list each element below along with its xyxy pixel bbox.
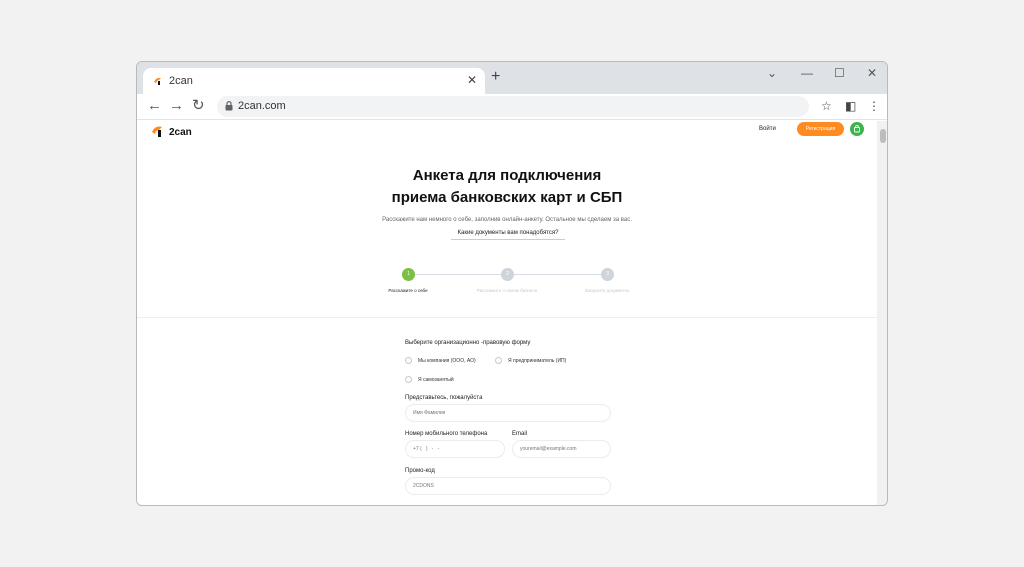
step-2-marker[interactable]: 2 [501, 268, 514, 281]
step-2-label: Расскажите о своем бизнесе [476, 288, 538, 293]
page-title: Анкета для подключения приема банковских… [137, 165, 877, 209]
phone-label: Номер мобильного телефона [405, 431, 488, 437]
name-label: Представьтесь, пожалуйста [405, 395, 483, 401]
promo-input[interactable] [405, 477, 611, 495]
step-connector [415, 274, 507, 275]
page-subtitle: Расскажите нам немного о себе, заполнив … [382, 217, 632, 223]
address-bar[interactable]: 2can.com [217, 96, 809, 117]
name-input[interactable] [405, 404, 611, 422]
documents-link[interactable]: Какие документы вам понадобятся? [451, 228, 565, 240]
maximize-icon[interactable]: ☐ [834, 66, 845, 80]
radio-entrepreneur-label: Я предприниматель (ИП) [508, 358, 567, 364]
step-1-label: Расскажите о себе [388, 288, 428, 293]
scrollbar-thumb[interactable] [880, 129, 886, 143]
forward-icon[interactable]: → [169, 97, 184, 115]
tab-search-icon[interactable]: ⌄ [767, 66, 777, 80]
radio-company[interactable] [405, 357, 412, 364]
email-input[interactable] [512, 440, 611, 458]
tab-title: 2can [169, 75, 193, 87]
progress-stepper: 1 2 3 Расскажите о себе Расскажите о сво… [137, 268, 877, 298]
url-text: 2can.com [238, 100, 286, 112]
page-scrollbar[interactable] [877, 121, 887, 505]
bookmark-star-icon[interactable]: ☆ [821, 98, 832, 114]
browser-toolbar: ← → ↻ 2can.com ☆ ◧ ⋮ [137, 94, 887, 120]
cart-button[interactable] [850, 122, 864, 136]
radio-entrepreneur[interactable] [495, 357, 502, 364]
lock-icon [225, 101, 233, 111]
phone-input[interactable] [405, 440, 505, 458]
promo-label: Промо-код [405, 468, 435, 474]
new-tab-icon[interactable]: + [491, 69, 500, 85]
logo-text: 2can [169, 127, 192, 138]
radio-company-label: Мы компания (ООО, АО) [418, 358, 476, 364]
bag-icon [854, 124, 860, 133]
browser-window: 2can ✕ + ⌄ — ☐ ✕ ← → ↻ 2can.com ☆ ◧ ⋮ 2c [136, 61, 888, 506]
email-label: Email [512, 431, 528, 437]
page-title-line-2: приема банковских карт и СБП [391, 189, 623, 206]
reload-icon[interactable]: ↻ [192, 97, 205, 115]
section-divider [137, 317, 877, 318]
radio-self-employed[interactable] [405, 376, 412, 383]
tab-close-icon[interactable]: ✕ [467, 73, 477, 87]
radio-self-employed-label: Я самозанятый [418, 377, 454, 383]
window-close-icon[interactable]: ✕ [867, 66, 877, 80]
tab-bar: 2can ✕ + ⌄ — ☐ ✕ [137, 62, 887, 94]
step-3-label: Загрузите документы [584, 288, 630, 293]
login-link[interactable]: Войти [759, 126, 776, 132]
register-button[interactable]: Регистрация [797, 122, 844, 136]
side-panel-icon[interactable]: ◧ [845, 98, 856, 114]
site-favicon-icon [154, 77, 161, 85]
browser-menu-icon[interactable]: ⋮ [868, 98, 880, 114]
browser-tab[interactable]: 2can ✕ [143, 68, 485, 94]
back-icon[interactable]: ← [147, 97, 162, 115]
step-1-marker[interactable]: 1 [402, 268, 415, 281]
step-3-marker[interactable]: 3 [601, 268, 614, 281]
page-title-line-1: Анкета для подключения [412, 167, 602, 184]
step-connector [514, 274, 607, 275]
logo-mark-icon [152, 126, 162, 137]
page-viewport: 2can Войти Регистрация Анкета для подклю… [137, 121, 877, 505]
minimize-icon[interactable]: — [801, 66, 813, 80]
org-form-label: Выберите организационно -правовую форму [405, 340, 531, 346]
